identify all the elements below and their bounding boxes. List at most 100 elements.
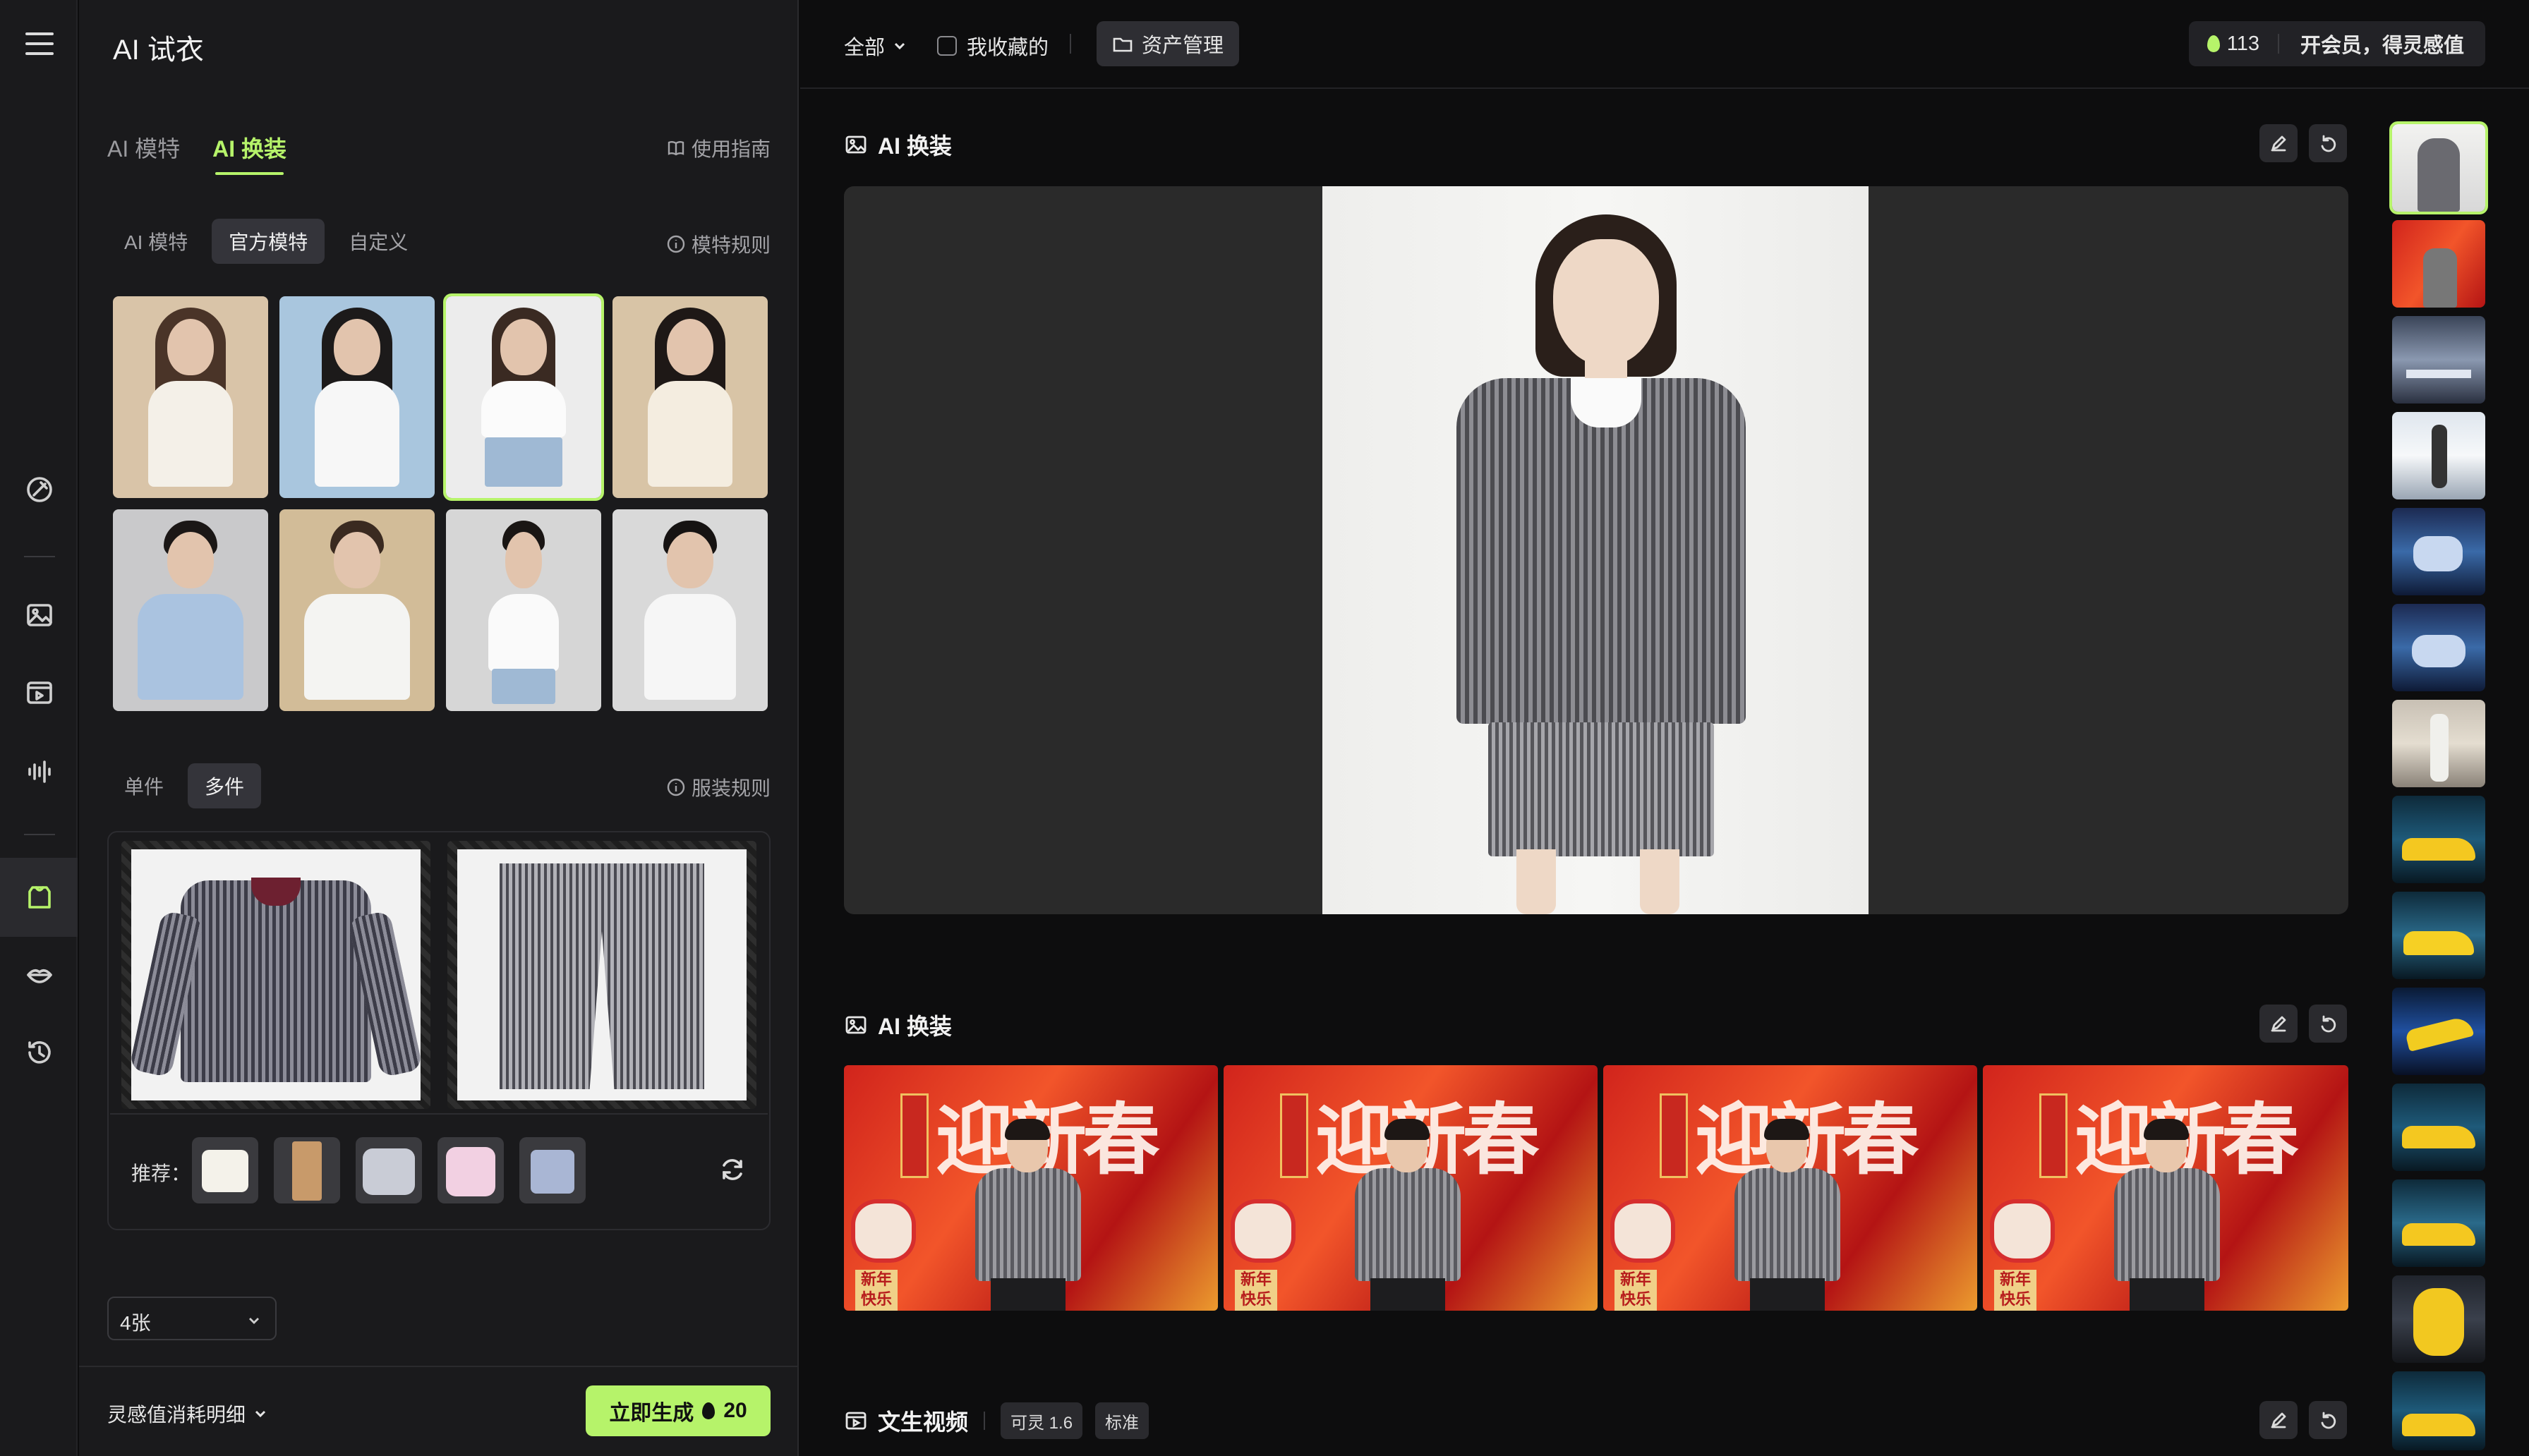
section-header: 文生视频 可灵 1.6 标准 <box>844 1402 1149 1439</box>
tab-ai-dressup[interactable]: AI 换装 <box>212 131 286 175</box>
garment-rule-label: 服装规则 <box>691 777 771 799</box>
image-icon <box>845 1016 867 1034</box>
recommend-item[interactable] <box>356 1137 422 1203</box>
model-thumb[interactable] <box>446 509 601 711</box>
model-rule-label: 模特规则 <box>691 234 771 256</box>
tab-model-official[interactable]: 官方模特 <box>212 219 325 264</box>
regenerate-button[interactable] <box>2309 1401 2347 1439</box>
image-icon[interactable] <box>21 597 58 633</box>
undo-icon <box>2321 1015 2336 1033</box>
history-thumb[interactable] <box>2392 508 2485 595</box>
result-thumb[interactable]: 迎新春 新年快乐 <box>1224 1065 1598 1311</box>
recommend-item[interactable] <box>192 1137 258 1203</box>
tab-model-ai[interactable]: AI 模特 <box>107 219 205 264</box>
recommend-item[interactable] <box>519 1137 586 1203</box>
info-icon <box>667 235 685 253</box>
tab-ai-model[interactable]: AI 模特 <box>107 131 180 164</box>
asset-manage-button[interactable]: 资产管理 <box>1097 21 1240 66</box>
model-source-tabs: AI 模特 官方模特 自定义 <box>107 219 425 264</box>
menu-icon[interactable] <box>25 32 54 56</box>
model-thumb[interactable] <box>612 296 768 498</box>
history-thumb[interactable] <box>2392 988 2485 1075</box>
flame-icon <box>702 1402 716 1419</box>
count-select[interactable]: 4张 <box>107 1297 277 1340</box>
generate-cost: 20 <box>723 1399 747 1422</box>
result-thumb[interactable]: 迎新春 新年快乐 <box>1603 1065 1977 1311</box>
model-rule-link[interactable]: 模特规则 <box>666 230 771 258</box>
garment-shorts-image[interactable] <box>447 841 756 1109</box>
generate-button[interactable]: 立即生成 20 <box>586 1385 771 1436</box>
tab-single[interactable]: 单件 <box>107 763 181 808</box>
audio-icon[interactable] <box>21 753 58 790</box>
model-thumb[interactable] <box>279 296 435 498</box>
folder-icon <box>1113 37 1133 52</box>
section-header: AI 换装 <box>844 128 952 161</box>
flame-icon <box>2207 35 2220 52</box>
chevron-down-icon <box>255 1410 266 1418</box>
banner-sign: 新年快乐 <box>1614 1270 1657 1311</box>
history-icon[interactable] <box>21 1034 58 1071</box>
history-thumb[interactable] <box>2392 1084 2485 1171</box>
history-thumb[interactable] <box>2392 220 2485 308</box>
magic-pen-icon[interactable] <box>21 471 58 508</box>
refresh-icon[interactable] <box>718 1155 747 1184</box>
model-thumb[interactable] <box>612 509 768 711</box>
history-thumb[interactable] <box>2392 700 2485 787</box>
pencil-icon <box>2271 1412 2286 1428</box>
favorites-label: 我收藏的 <box>967 37 1049 59</box>
model-thumb[interactable] <box>279 509 435 711</box>
model-grid <box>113 293 776 711</box>
favorites-checkbox[interactable]: 我收藏的 <box>937 31 1049 61</box>
undo-icon <box>2321 135 2336 152</box>
panel-footer: 灵感值消耗明细 立即生成 20 <box>79 1366 799 1456</box>
history-thumb[interactable] <box>2392 892 2485 979</box>
recommend-label: 推荐： <box>131 1163 191 1184</box>
credits-balance[interactable]: 113 <box>2189 32 2278 56</box>
edit-button[interactable] <box>2259 124 2298 162</box>
banner-sign: 新年快乐 <box>1994 1270 2036 1311</box>
lips-icon[interactable] <box>21 957 58 993</box>
guide-link[interactable]: 使用指南 <box>666 134 771 162</box>
tryon-icon[interactable] <box>21 879 58 916</box>
cost-detail-toggle[interactable]: 灵感值消耗明细 <box>107 1400 268 1428</box>
edit-button[interactable] <box>2259 1005 2298 1043</box>
chevron-down-icon <box>249 1318 259 1324</box>
banner-sign: 新年快乐 <box>1235 1270 1277 1311</box>
history-thumb[interactable] <box>2392 316 2485 404</box>
history-thumb[interactable] <box>2392 1371 2485 1450</box>
history-thumb[interactable] <box>2392 412 2485 499</box>
checkbox-icon <box>937 36 957 56</box>
model-thumb[interactable] <box>113 296 268 498</box>
guide-label: 使用指南 <box>691 138 771 160</box>
recommend-item[interactable] <box>437 1137 504 1203</box>
history-thumb[interactable] <box>2389 121 2488 214</box>
filter-all-dropdown[interactable]: 全部 <box>844 31 907 61</box>
filter-all-label: 全部 <box>844 37 886 59</box>
generate-label: 立即生成 <box>609 1402 694 1425</box>
garment-jacket-image[interactable] <box>121 841 430 1109</box>
result-image[interactable] <box>1322 186 1869 914</box>
regenerate-button[interactable] <box>2309 1005 2347 1043</box>
model-thumb-selected[interactable] <box>443 293 604 501</box>
history-thumb[interactable] <box>2392 796 2485 883</box>
tryon-panel: AI 试衣 AI 模特 AI 换装 使用指南 AI 模特 官方模特 自定义 模特… <box>79 0 799 1456</box>
quality-chip: 标准 <box>1095 1402 1149 1439</box>
result-thumb[interactable]: 迎新春 新年快乐 <box>1983 1065 2348 1311</box>
history-thumb[interactable] <box>2392 1275 2485 1363</box>
pencil-icon <box>2271 135 2286 152</box>
model-thumb[interactable] <box>113 509 268 711</box>
history-thumb[interactable] <box>2392 1179 2485 1267</box>
top-bar: 全部 我收藏的 资产管理 113 开会员，得灵感值 <box>800 0 2529 89</box>
recommend-item[interactable] <box>274 1137 340 1203</box>
history-thumb[interactable] <box>2392 604 2485 691</box>
edit-button[interactable] <box>2259 1401 2298 1439</box>
result-thumb[interactable]: 迎新春 新年快乐 <box>844 1065 1218 1311</box>
regenerate-button[interactable] <box>2309 124 2347 162</box>
tab-multi[interactable]: 多件 <box>188 763 262 808</box>
video-icon[interactable] <box>21 674 58 711</box>
app-root: AI 试衣 AI 模特 AI 换装 使用指南 AI 模特 官方模特 自定义 模特… <box>0 0 2529 1456</box>
model-chip: 可灵 1.6 <box>1001 1402 1083 1439</box>
garment-rule-link[interactable]: 服装规则 <box>666 773 771 801</box>
vip-button[interactable]: 开会员，得灵感值 <box>2277 34 2485 57</box>
tab-model-custom[interactable]: 自定义 <box>332 219 425 264</box>
